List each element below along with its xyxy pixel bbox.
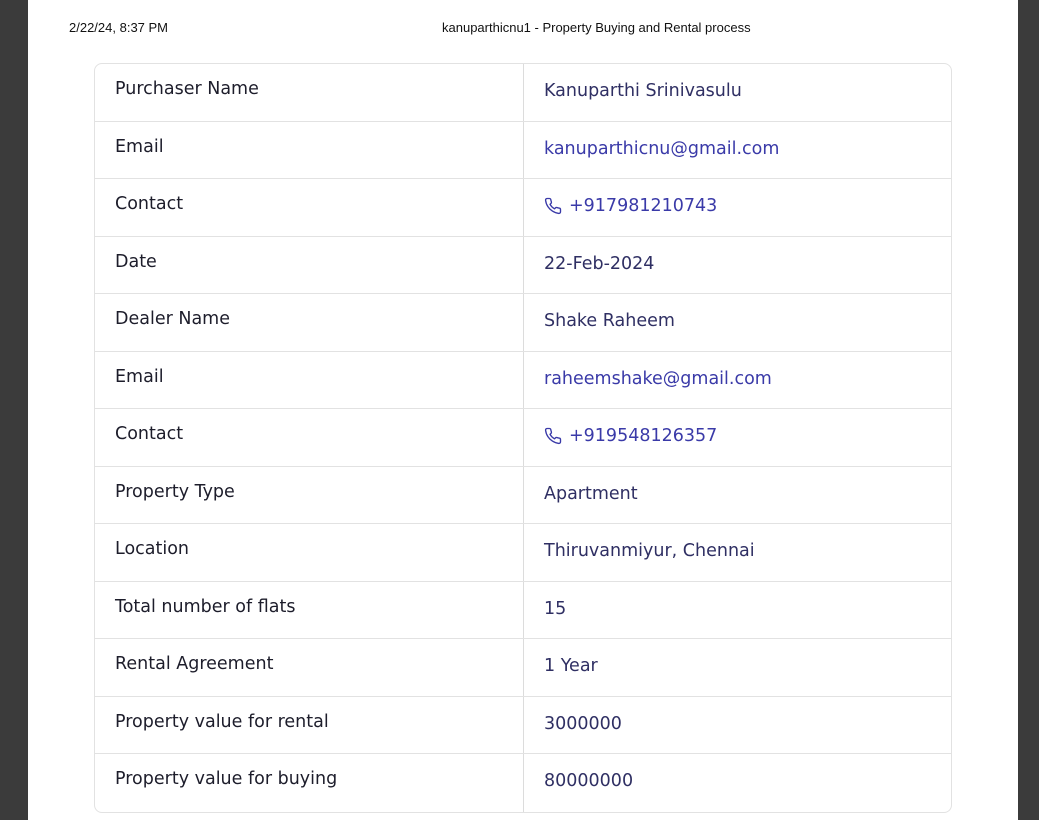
row-date: Date 22-Feb-2024: [95, 236, 951, 294]
document-page: 2/22/24, 8:37 PM kanuparthicnu1 - Proper…: [28, 0, 1018, 820]
row-dealer-contact: Contact +919548126357: [95, 409, 951, 467]
phone-icon: [544, 427, 562, 445]
purchaser-phone-link[interactable]: +917981210743: [524, 179, 951, 236]
row-label: Contact: [95, 409, 524, 466]
rental-agreement-value: 1 Year: [544, 656, 598, 676]
row-buying-value: Property value for buying 80000000: [95, 754, 951, 812]
row-dealer-email: Email raheemshake@gmail.com: [95, 351, 951, 409]
row-label: Purchaser Name: [95, 64, 524, 121]
row-dealer-name: Dealer Name Shake Raheem: [95, 294, 951, 352]
dealer-name-value: Shake Raheem: [544, 311, 675, 331]
row-label: Email: [95, 121, 524, 178]
dealer-email-link[interactable]: raheemshake@gmail.com: [524, 352, 951, 409]
row-label: Property value for rental: [95, 696, 524, 753]
row-location: Location Thiruvanmiyur, Chennai: [95, 524, 951, 582]
row-purchaser-contact: Contact +917981210743: [95, 179, 951, 237]
row-label: Property value for buying: [95, 754, 524, 812]
buying-value: 80000000: [544, 771, 634, 791]
row-label: Location: [95, 524, 524, 581]
row-property-type: Property Type Apartment: [95, 466, 951, 524]
row-purchaser-email: Email kanuparthicnu@gmail.com: [95, 121, 951, 179]
date-value: 22-Feb-2024: [544, 253, 655, 274]
row-total-flats: Total number of flats 15: [95, 581, 951, 639]
row-rental-agreement: Rental Agreement 1 Year: [95, 639, 951, 697]
row-label: Dealer Name: [95, 294, 524, 351]
row-rental-value: Property value for rental 3000000: [95, 696, 951, 754]
row-label: Date: [95, 236, 524, 293]
row-purchaser-name: Purchaser Name Kanuparthi Srinivasulu: [95, 64, 951, 122]
location-value: Thiruvanmiyur, Chennai: [544, 541, 755, 561]
row-label: Email: [95, 351, 524, 408]
dealer-phone-link[interactable]: +919548126357: [524, 409, 951, 466]
dealer-phone-text: +919548126357: [569, 426, 718, 446]
purchaser-email-link[interactable]: kanuparthicnu@gmail.com: [524, 122, 951, 179]
row-label: Total number of flats: [95, 581, 524, 638]
row-label: Contact: [95, 179, 524, 236]
rental-value: 3000000: [544, 713, 622, 734]
row-label: Rental Agreement: [95, 639, 524, 696]
phone-icon: [544, 197, 562, 215]
row-label: Property Type: [95, 466, 524, 523]
print-header: 2/22/24, 8:37 PM kanuparthicnu1 - Proper…: [28, 20, 1018, 36]
property-type-value: Apartment: [544, 483, 638, 504]
print-date: 2/22/24, 8:37 PM: [69, 20, 169, 35]
print-title: kanuparthicnu1 - Property Buying and Ren…: [442, 20, 751, 35]
details-table: Purchaser Name Kanuparthi Srinivasulu Em…: [94, 63, 952, 813]
purchaser-name-value: Kanuparthi Srinivasulu: [544, 81, 742, 101]
total-flats-value: 15: [544, 598, 567, 619]
purchaser-phone-text: +917981210743: [569, 196, 718, 216]
